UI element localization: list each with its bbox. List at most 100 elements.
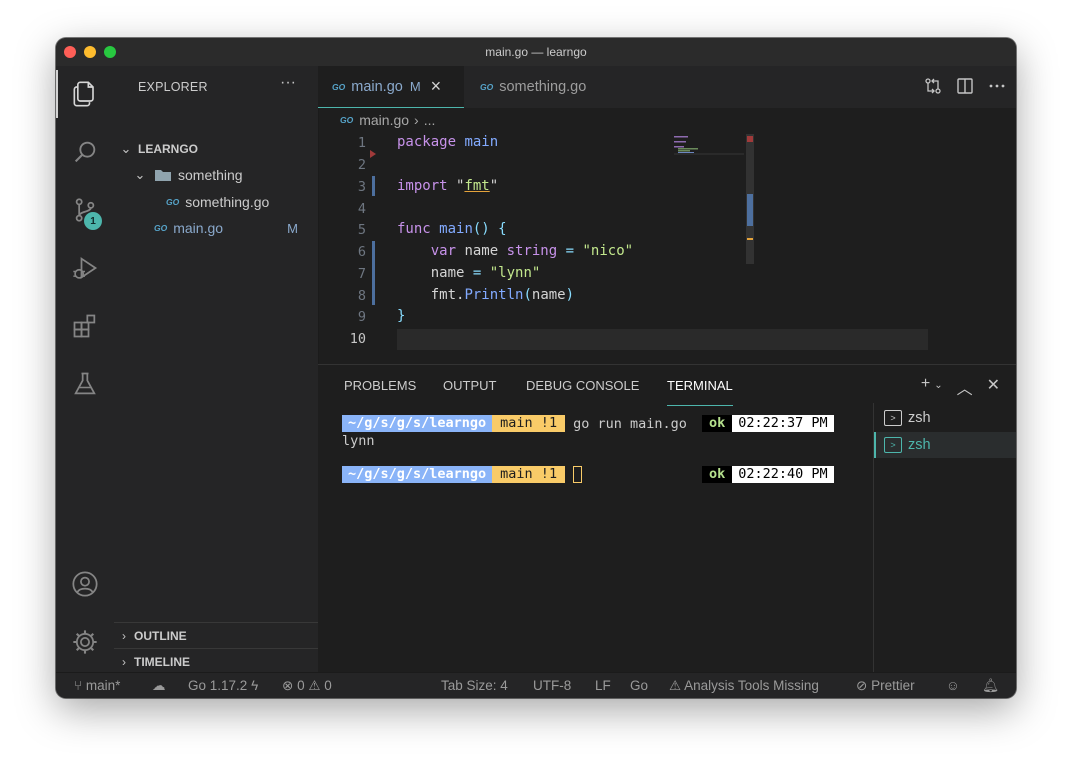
account-icon <box>72 571 98 597</box>
status-bar: ⑂ main* ☁ Go 1.17.2 ϟ ⊗ 0 ⚠ 0 Tab Size: … <box>56 672 1016 698</box>
minimap-preview <box>674 134 754 264</box>
prettier-status[interactable]: ⊘ Prettier <box>856 678 915 694</box>
go-version-status[interactable]: Go 1.17.2 ϟ <box>188 678 258 693</box>
terminal-item-zsh[interactable]: > zsh <box>874 432 1016 458</box>
manage-activity-button[interactable] <box>56 618 114 666</box>
breadcrumb-separator: › <box>414 112 419 128</box>
go-file-icon: GO <box>166 197 180 207</box>
search-activity-button[interactable] <box>56 128 114 176</box>
go-file-icon: GO <box>332 81 346 92</box>
tab-size-status[interactable]: Tab Size: 4 <box>441 678 508 693</box>
terminal-prompt-line: ~/g/s/g/s/learngo main !1 go run main.go <box>342 415 687 432</box>
tab-terminal[interactable]: TERMINAL <box>667 375 733 406</box>
explorer-sidebar: EXPLORER ··· ⌄ LEARNGO ⌄ something GO so… <box>114 66 319 672</box>
tab-something-go[interactable]: GO something.go <box>466 66 616 108</box>
flask-icon <box>74 372 96 395</box>
warning-icon: ⚠ <box>669 678 682 693</box>
title-bar: main.go — learngo <box>56 38 1016 67</box>
notifications-bell-icon[interactable]: 🔔︎ <box>982 678 999 694</box>
accounts-activity-button[interactable] <box>56 560 114 608</box>
editor-tabs: GO main.go M × GO something.go <box>318 66 1016 108</box>
code-line: import "fmt" <box>397 178 499 194</box>
code-line: func main() { <box>397 221 507 237</box>
go-file-icon: GO <box>480 82 494 92</box>
new-terminal-icon[interactable]: + ⌄ <box>921 375 943 399</box>
terminal-name: zsh <box>908 437 931 453</box>
maximize-panel-icon[interactable]: ︿ <box>957 375 973 399</box>
folder-something[interactable]: ⌄ something <box>114 162 318 188</box>
analysis-status[interactable]: ⚠ Analysis Tools Missing <box>669 678 819 694</box>
error-icon: ⊗ <box>282 678 294 693</box>
feedback-icon[interactable]: ☺ <box>946 678 960 693</box>
close-tab-icon[interactable]: × <box>431 76 442 97</box>
terminal-icon: > <box>884 410 902 426</box>
more-actions-icon[interactable] <box>988 77 1006 95</box>
line-number: 5 <box>357 222 366 238</box>
current-line-highlight <box>397 329 928 350</box>
close-panel-icon[interactable]: ✕ <box>987 375 1000 399</box>
language-status[interactable]: Go <box>630 678 648 693</box>
prettier-label: Prettier <box>871 678 915 693</box>
code-line: fmt.Println(name) <box>397 287 575 303</box>
extensions-activity-button[interactable] <box>56 302 114 350</box>
eol-status[interactable]: LF <box>595 678 611 693</box>
window-title: main.go — learngo <box>485 45 587 59</box>
line-number: 3 <box>357 179 366 195</box>
code-line: package main <box>397 134 499 150</box>
code-line: } <box>397 308 406 324</box>
git-gutter-modified <box>372 241 375 305</box>
go-file-icon: GO <box>154 223 168 233</box>
tab-output[interactable]: OUTPUT <box>443 375 496 405</box>
tab-problems[interactable]: PROBLEMS <box>344 375 416 405</box>
split-editor-icon[interactable] <box>956 77 974 95</box>
folder-open-icon <box>155 170 171 181</box>
breadcrumb-file[interactable]: main.go <box>359 112 409 128</box>
compare-changes-icon[interactable] <box>924 77 942 95</box>
testing-activity-button[interactable] <box>56 360 114 408</box>
git-gutter-modified <box>372 176 375 196</box>
search-icon <box>74 141 96 163</box>
chevron-right-icon: › <box>122 655 126 669</box>
problems-status[interactable]: ⊗ 0 ⚠ 0 <box>282 678 332 694</box>
prettier-disabled-icon: ⊘ <box>856 678 868 693</box>
outline-section-header[interactable]: › OUTLINE <box>114 622 318 649</box>
file-main-go[interactable]: GO main.go M <box>114 215 318 241</box>
file-something-go[interactable]: GO something.go <box>114 189 318 215</box>
minimap[interactable] <box>666 134 754 264</box>
branch-status[interactable]: ⑂ main* <box>74 678 120 693</box>
file-label: main.go <box>173 220 224 236</box>
encoding-status[interactable]: UTF-8 <box>533 678 571 693</box>
go-version-label: Go 1.17.2 <box>188 678 248 693</box>
explorer-more-button[interactable]: ··· <box>280 74 296 92</box>
timeline-label: TIMELINE <box>134 655 190 669</box>
code-line: name = "lynn" <box>397 265 541 281</box>
folder-learngo[interactable]: ⌄ LEARNGO <box>114 136 318 162</box>
terminal-output-line: lynn <box>342 432 375 449</box>
terminal-icon: > <box>884 437 902 453</box>
analysis-label: Analysis Tools Missing <box>684 678 819 693</box>
explorer-activity-button[interactable] <box>56 70 114 118</box>
terminal-item-zsh[interactable]: > zsh <box>874 405 1016 431</box>
tab-main-go[interactable]: GO main.go M × <box>318 66 464 108</box>
line-number: 10 <box>349 331 366 347</box>
terminal-right-prompt: ok 02:22:37 PM <box>702 415 834 432</box>
run-debug-activity-button[interactable] <box>56 244 114 292</box>
chevron-down-icon[interactable]: ⌄ <box>934 380 942 391</box>
breadcrumb-rest[interactable]: ... <box>424 112 436 128</box>
timeline-section-header[interactable]: › TIMELINE <box>114 648 318 675</box>
terminal-list: > zsh > zsh <box>873 403 1016 673</box>
sync-status[interactable]: ☁ <box>152 678 166 694</box>
modified-indicator: M <box>287 220 298 236</box>
line-number: 2 <box>357 157 366 173</box>
workspace-root-label: LEARNGO <box>138 142 198 156</box>
tab-debug-console[interactable]: DEBUG CONSOLE <box>526 375 639 405</box>
go-file-icon: GO <box>340 115 354 125</box>
terminal-cursor <box>573 466 583 483</box>
run-debug-icon <box>73 257 98 279</box>
line-number: 8 <box>357 288 366 304</box>
source-control-activity-button[interactable]: 1 <box>56 186 114 234</box>
scm-badge: 1 <box>84 212 102 230</box>
prompt-path: ~/g/s/g/s/learngo <box>342 415 493 432</box>
activity-bar: 1 <box>56 66 114 672</box>
prompt-git-status: main !1 <box>492 415 566 432</box>
